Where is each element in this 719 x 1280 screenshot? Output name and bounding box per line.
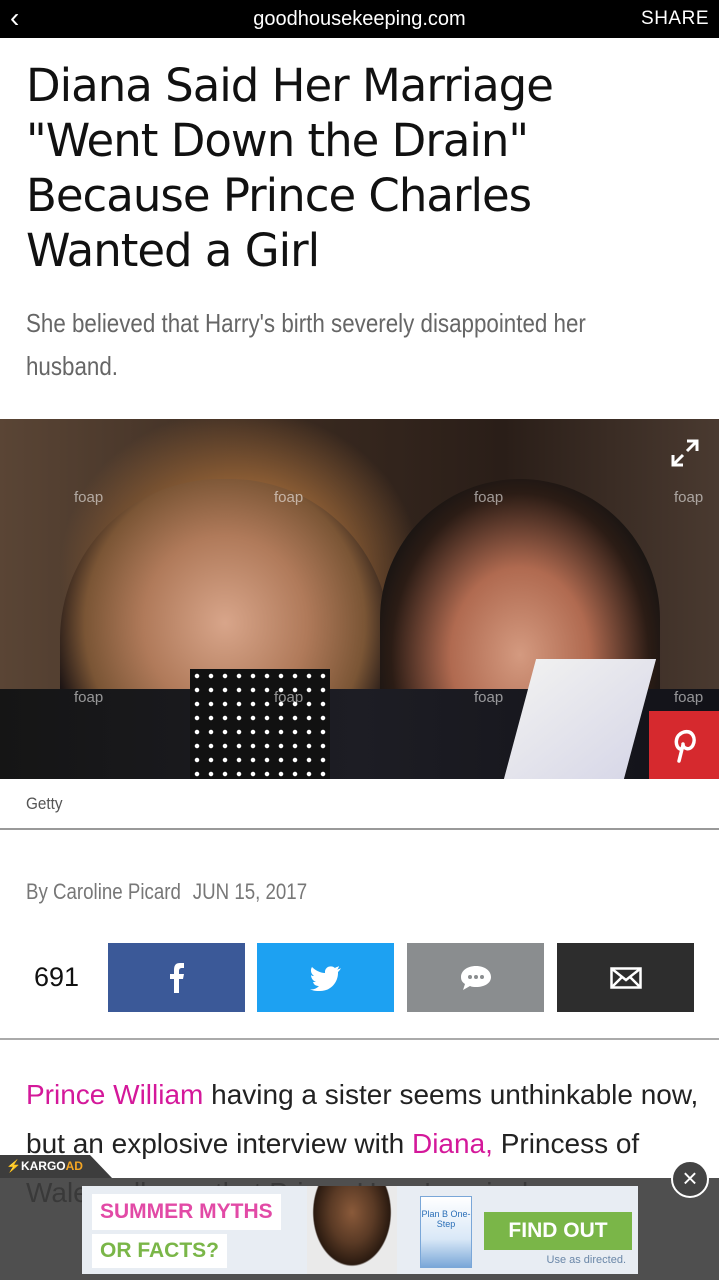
photo-credit: Getty	[26, 794, 63, 813]
facebook-share-button[interactable]	[108, 943, 245, 1012]
ad-network: KARGO	[20, 1159, 66, 1173]
ad-marker: AD	[65, 1159, 83, 1173]
watermark: foap	[74, 489, 104, 506]
ad-find-out-button[interactable]: FIND OUT	[484, 1212, 632, 1250]
lightning-icon: ⚡	[6, 1159, 21, 1173]
close-ad-button[interactable]: ×	[671, 1160, 709, 1198]
ad-product-box: Plan B One-Step	[420, 1196, 472, 1268]
divider	[0, 1038, 719, 1040]
ad-headline-2: OR FACTS?	[92, 1234, 227, 1268]
pinterest-button[interactable]	[649, 711, 719, 779]
byline: By Caroline Picard JUN 15, 2017	[26, 879, 307, 905]
top-bar: ‹ goodhousekeeping.com SHARE	[0, 0, 719, 38]
ad-fine-print: Use as directed.	[546, 1254, 626, 1266]
watermark: foap	[474, 489, 504, 506]
twitter-share-button[interactable]	[257, 943, 394, 1012]
divider	[0, 828, 719, 830]
watermark: foap	[274, 489, 304, 506]
watermark: foap	[674, 689, 704, 706]
link-prince-william[interactable]: Prince William	[26, 1079, 203, 1110]
publish-date: JUN 15, 2017	[192, 879, 308, 904]
watermark: foap	[274, 689, 304, 706]
ad-model-image	[307, 1186, 397, 1274]
share-button[interactable]: SHARE	[641, 8, 709, 30]
author-name[interactable]: By Caroline Picard	[26, 879, 181, 904]
twitter-icon	[309, 965, 341, 991]
article-dek: She believed that Harry's birth severely…	[26, 308, 586, 381]
share-count: 691	[34, 962, 80, 992]
hero-photo[interactable]: foap foap foap foap foap foap foap foap	[0, 419, 719, 779]
photo-polka-dot-blouse	[190, 669, 330, 779]
pinterest-icon	[674, 729, 696, 763]
expand-icon[interactable]	[671, 439, 699, 467]
watermark: foap	[74, 689, 104, 706]
email-share-button[interactable]	[557, 943, 694, 1012]
facebook-icon	[169, 962, 184, 993]
article-headline: Diana Said Her Marriage "Went Down the D…	[26, 59, 554, 277]
watermark: foap	[474, 689, 504, 706]
watermark: foap	[674, 489, 704, 506]
ad-banner[interactable]: SUMMER MYTHS OR FACTS? Plan B One-Step F…	[82, 1186, 638, 1274]
link-diana[interactable]: Diana,	[412, 1128, 493, 1159]
email-envelope-icon	[609, 966, 642, 989]
comment-share-button[interactable]	[407, 943, 544, 1012]
comment-bubble-icon	[460, 965, 491, 990]
ad-headline-1: SUMMER MYTHS	[92, 1194, 281, 1230]
site-domain: goodhousekeeping.com	[253, 8, 466, 30]
